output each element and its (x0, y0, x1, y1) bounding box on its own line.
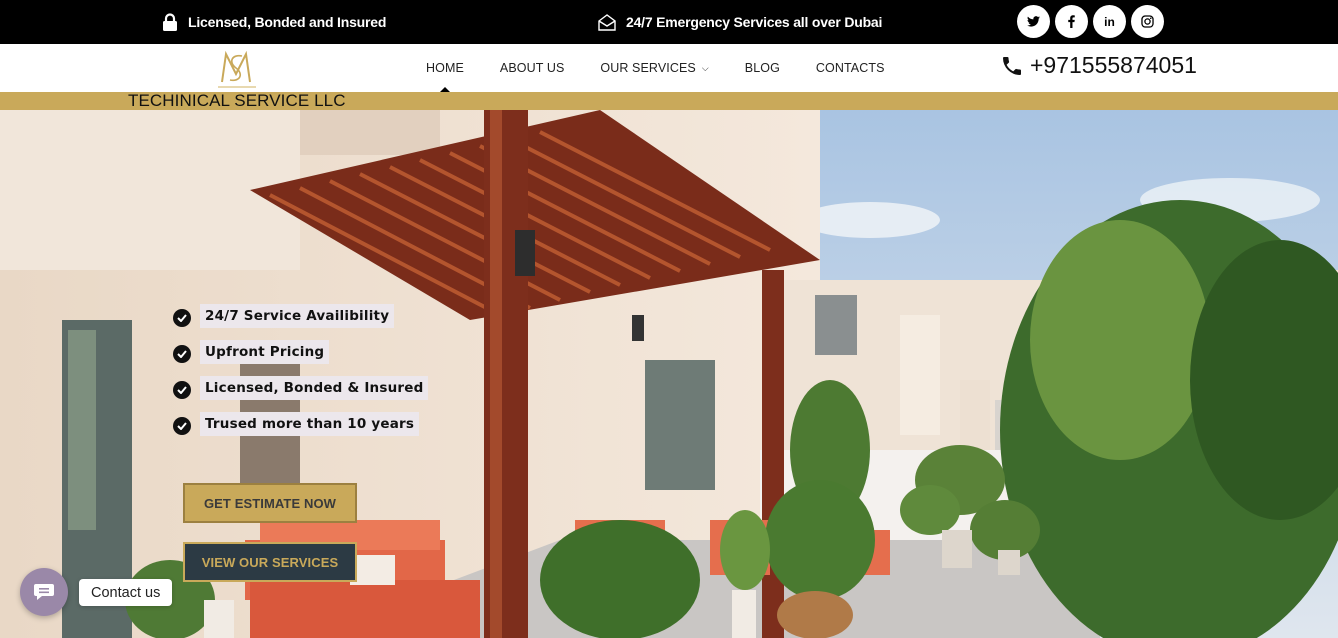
emergency-notice: 24/7 Emergency Services all over Dubai (598, 0, 882, 44)
nav-blog-label: BLOG (744, 61, 780, 75)
company-logo[interactable] (214, 46, 260, 92)
chat-widget-button[interactable] (20, 568, 68, 616)
linkedin-icon[interactable]: in (1093, 5, 1126, 38)
feature-item: 24/7 Service Availibility (173, 298, 428, 334)
lock-icon (163, 13, 177, 31)
nav-our-services[interactable]: OUR SERVICES ⌵ (582, 44, 726, 92)
instagram-icon[interactable] (1131, 5, 1164, 38)
nav-home[interactable]: HOME (408, 44, 482, 92)
feature-text: Trused more than 10 years (200, 412, 420, 436)
company-name: TECHINICAL SERVICE LLC (128, 91, 346, 110)
feature-item: Licensed, Bonded & Insured (173, 370, 429, 406)
phone-icon (1003, 56, 1021, 75)
phone-number[interactable]: +971555874051 (1000, 52, 1197, 79)
phone-number-text: +971555874051 (1030, 52, 1197, 78)
checkmark-icon (173, 309, 191, 327)
view-services-button[interactable]: VIEW OUR SERVICES (183, 542, 357, 582)
main-menu: HOME ABOUT US OUR SERVICES ⌵ BLOG CONTACT… (408, 44, 903, 92)
envelope-open-icon (598, 13, 616, 31)
top-bar: Licensed, Bonded and Insured 24/7 Emerge… (0, 0, 1338, 44)
nav-services-label: OUR SERVICES (600, 61, 696, 75)
checkmark-icon (173, 417, 191, 435)
main-navbar: HOME ABOUT US OUR SERVICES ⌵ BLOG CONTACT… (0, 44, 1338, 92)
feature-text: Licensed, Bonded & Insured (200, 376, 429, 400)
feature-item: Trused more than 10 years (173, 406, 428, 442)
emergency-text: 24/7 Emergency Services all over Dubai (626, 14, 883, 30)
feature-text: 24/7 Service Availibility (200, 304, 395, 328)
nav-blog[interactable]: BLOG (727, 44, 798, 92)
chat-bubble-icon (34, 584, 54, 600)
nav-about-us[interactable]: ABOUT US (482, 44, 582, 92)
checkmark-icon (173, 381, 191, 399)
chevron-down-icon: ⌵ (701, 62, 709, 73)
contact-us-label[interactable]: Contact us (79, 579, 173, 606)
checkmark-icon (173, 345, 191, 363)
social-links: in (1017, 5, 1164, 38)
license-notice: Licensed, Bonded and Insured (162, 0, 386, 44)
facebook-icon[interactable] (1055, 5, 1088, 38)
nav-contacts[interactable]: CONTACTS (798, 44, 903, 92)
feature-text: Upfront Pricing (200, 340, 330, 364)
nav-contacts-label: CONTACTS (815, 61, 885, 75)
feature-list: 24/7 Service Availibility Upfront Pricin… (173, 298, 429, 442)
get-estimate-button[interactable]: GET ESTIMATE NOW (183, 483, 357, 523)
license-text: Licensed, Bonded and Insured (188, 14, 387, 30)
nav-home-label: HOME (426, 61, 464, 75)
feature-item: Upfront Pricing (173, 334, 428, 370)
twitter-icon[interactable] (1017, 5, 1050, 38)
nav-about-label: ABOUT US (499, 61, 565, 75)
